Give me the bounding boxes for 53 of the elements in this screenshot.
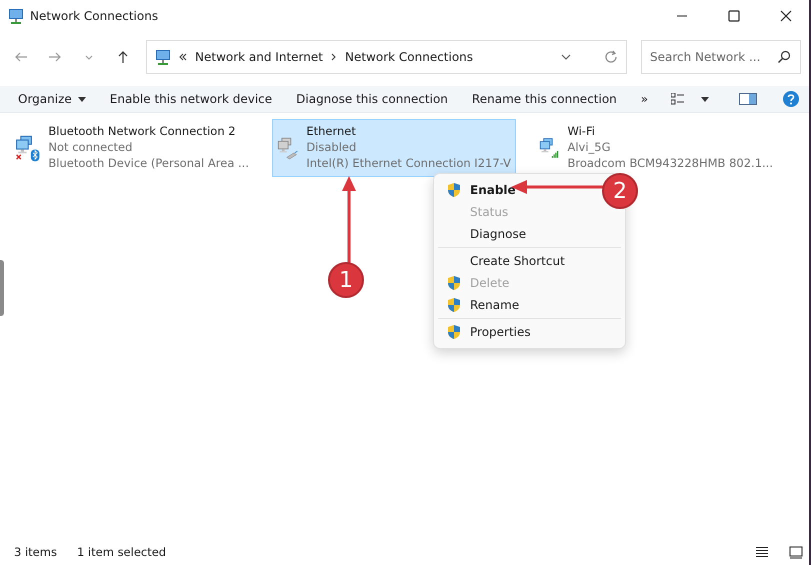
device-name: Intel(R) Ethernet Connection I217-V: [306, 155, 511, 171]
forward-arrow-icon: [48, 50, 62, 64]
step-number: 2: [602, 173, 638, 209]
caret-down-icon: [78, 96, 86, 102]
device-name: Broadcom BCM943228HMB 802.1...: [567, 155, 773, 171]
up-arrow-icon: [116, 50, 130, 64]
connection-name: Ethernet: [306, 123, 357, 139]
connection-item[interactable]: Bluetooth Network Connection 2 Not connected Bluetooth Device (Personal Area ...: [10, 119, 254, 177]
shield-icon: [446, 182, 462, 198]
connection-status: Disabled: [306, 139, 358, 155]
tiles-view-icon[interactable]: [789, 546, 803, 558]
window-edge: [0, 260, 4, 316]
command-button[interactable]: »: [630, 89, 658, 109]
refresh-icon[interactable]: [604, 50, 618, 64]
item-count: 3 items: [14, 545, 57, 559]
menu-item[interactable]: Create Shortcut: [438, 250, 565, 272]
window-title: Network Connections: [30, 9, 160, 23]
device-name: Bluetooth Device (Personal Area ...: [48, 155, 249, 171]
selection-count: 1 item selected: [76, 545, 166, 559]
shield-icon: [446, 275, 462, 291]
shield-icon: [446, 297, 462, 313]
menu-item[interactable]: Enable: [438, 179, 516, 201]
double-chevron-icon: [179, 53, 187, 61]
address-bar[interactable]: Network and Internet Network Connections: [146, 40, 627, 74]
step-number: 1: [328, 262, 364, 298]
help-icon[interactable]: [783, 91, 799, 107]
caret-down-icon[interactable]: [701, 96, 709, 102]
search-icon: [777, 50, 791, 64]
shield-icon: [446, 324, 462, 340]
network-icon: [8, 8, 24, 24]
back-arrow-icon: [14, 50, 28, 64]
connection-name: Bluetooth Network Connection 2: [48, 123, 237, 139]
connection-name: Wi-Fi: [567, 123, 596, 139]
connection-status: Alvi_5G: [567, 139, 612, 155]
command-button[interactable]: Rename this connection: [462, 89, 627, 109]
breadcrumb[interactable]: Network and Internet: [195, 50, 323, 64]
network-icon: [155, 49, 171, 65]
command-button[interactable]: Organize: [8, 89, 96, 109]
command-button[interactable]: Diagnose this connection: [286, 89, 458, 109]
search-field[interactable]: Search Network ...: [641, 40, 801, 74]
chevron-right-icon: [330, 53, 337, 61]
preview-pane-icon[interactable]: [739, 93, 757, 105]
menu-item[interactable]: Diagnose: [438, 223, 526, 245]
close-icon: [780, 10, 792, 22]
connection-item[interactable]: Ethernet Disabled Intel(R) Ethernet Connection I217-V: [272, 119, 516, 177]
menu-item[interactable]: Rename: [438, 294, 520, 316]
command-button[interactable]: Enable this network device: [100, 89, 282, 109]
menu-item[interactable]: Properties: [438, 321, 531, 343]
breadcrumb[interactable]: Network Connections: [344, 50, 474, 64]
view-options-icon[interactable]: [671, 93, 685, 105]
details-view-icon[interactable]: [755, 546, 769, 558]
maximize-icon: [728, 10, 740, 22]
connection-status: Not connected: [48, 139, 134, 155]
